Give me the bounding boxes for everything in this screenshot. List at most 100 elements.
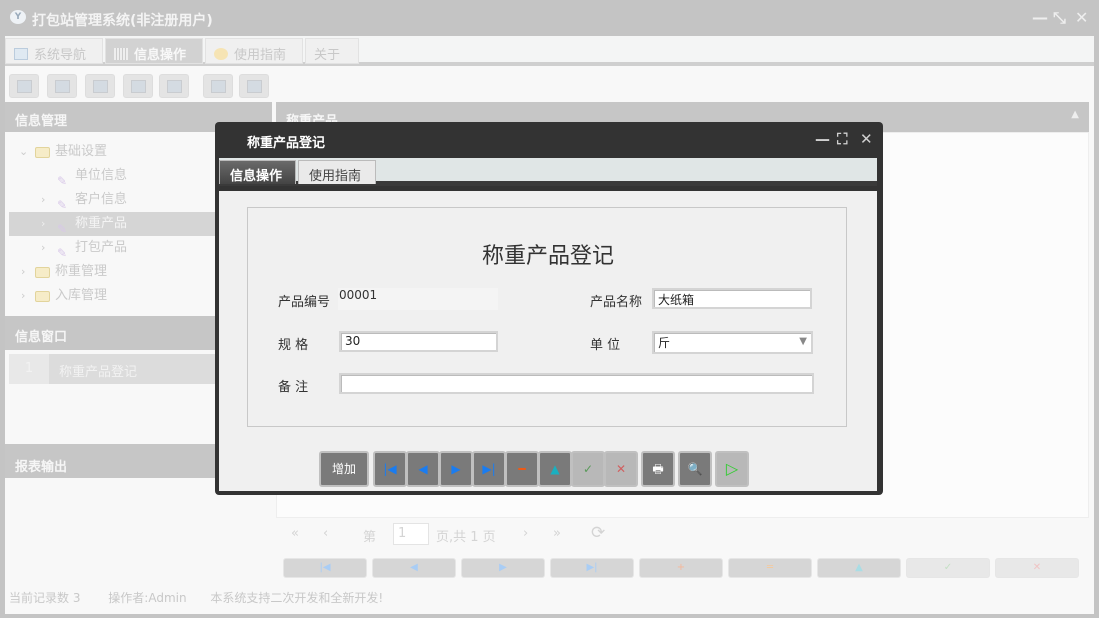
screen-button[interactable] xyxy=(159,74,189,98)
next-record-button[interactable]: ▶ xyxy=(439,451,473,487)
chevron-right-icon: › xyxy=(41,241,46,254)
search-button[interactable] xyxy=(9,74,39,98)
app-title-bar: Y 打包站管理系统(非注册用户) — ⤡ ✕ xyxy=(0,0,1099,36)
prev-page-button[interactable]: ‹ xyxy=(323,526,328,541)
print-button[interactable]: 🖶 xyxy=(641,451,675,487)
folder-icon xyxy=(35,147,50,158)
chevron-right-icon: › xyxy=(41,217,46,230)
save-button[interactable]: ✓ xyxy=(571,451,605,487)
grid-cancel-button[interactable]: ✕ xyxy=(995,558,1079,578)
tab-label: 系统导航 xyxy=(34,48,87,63)
app-logo-icon: Y xyxy=(10,10,26,24)
document-icon xyxy=(93,80,108,93)
code-label: 产品编号 xyxy=(278,295,331,310)
remark-label: 备 注 xyxy=(278,380,309,395)
row-number: 1 xyxy=(9,354,49,384)
list-icon xyxy=(55,80,70,93)
page-label: 第 xyxy=(363,530,377,545)
dialog-close-icon[interactable]: ✕ xyxy=(860,130,873,148)
spec-label: 规 格 xyxy=(278,338,309,353)
tree-label: 入库管理 xyxy=(55,288,108,303)
page-input[interactable]: 1 xyxy=(393,523,429,545)
last-record-button[interactable]: ▶| xyxy=(472,451,506,487)
window-add-button[interactable] xyxy=(203,74,233,98)
spec-input[interactable]: 30 xyxy=(339,331,498,352)
user-button[interactable] xyxy=(123,74,153,98)
main-tabs: 系统导航 信息操作 使用指南 关于 xyxy=(5,36,1094,66)
monitor-icon xyxy=(14,48,28,60)
tab-system-nav[interactable]: 系统导航 xyxy=(5,38,103,64)
edit-button[interactable]: ▲ xyxy=(538,451,572,487)
window-icon xyxy=(247,80,262,93)
tree-label: 基础设置 xyxy=(55,144,108,159)
list-button[interactable] xyxy=(47,74,77,98)
window-button[interactable] xyxy=(239,74,269,98)
last-icon: ▶| xyxy=(482,462,496,476)
play-icon: ▷ xyxy=(725,459,739,478)
search-icon xyxy=(17,80,32,93)
close-icon[interactable]: ✕ xyxy=(1075,8,1088,27)
minus-icon: ━ xyxy=(518,462,526,476)
grid-first-button[interactable]: |◀ xyxy=(283,558,367,578)
chevron-right-icon: › xyxy=(21,289,26,302)
panel-title: 信息管理 xyxy=(15,114,68,129)
dialog-minimize-icon[interactable]: — xyxy=(815,130,830,148)
grid-edit-button[interactable]: ▲ xyxy=(817,558,901,578)
tree-label: 称重管理 xyxy=(55,264,108,279)
add-button[interactable]: 增加 xyxy=(319,451,369,487)
print-preview-icon: 🔍 xyxy=(687,462,703,476)
first-icon: |◀ xyxy=(383,462,397,476)
dialog-maximize-icon[interactable]: ⛶ xyxy=(837,130,848,148)
remark-input[interactable] xyxy=(339,373,814,394)
app-title: 打包站管理系统(非注册用户) xyxy=(32,13,213,29)
dialog-body: 称重产品登记 产品编号 00001 产品名称 大纸箱 规 格 30 单 位 斤 ▼… xyxy=(219,191,877,491)
grid-save-button[interactable]: ✓ xyxy=(906,558,990,578)
grid-icon xyxy=(114,48,128,60)
add-label: 增加 xyxy=(331,462,356,476)
tree-label: 客户信息 xyxy=(75,192,128,207)
operator: 操作者:Admin xyxy=(108,591,187,605)
collapse-icon[interactable]: ▲ xyxy=(1071,109,1079,120)
dialog-tab-info-ops[interactable]: 信息操作 xyxy=(219,160,296,184)
dialog-tabs: 信息操作 使用指南 xyxy=(219,158,877,186)
page-total: 页,共 1 页 xyxy=(436,530,496,545)
document-button[interactable] xyxy=(85,74,115,98)
dialog-title: 称重产品登记 xyxy=(247,136,326,151)
refresh-icon[interactable]: ⟳ xyxy=(591,523,605,543)
status-note: 本系统支持二次开发和全新开发! xyxy=(210,591,384,605)
grid-last-button[interactable]: ▶| xyxy=(550,558,634,578)
status-bar: 当前记录数 3 操作者:Admin 本系统支持二次开发和全新开发! xyxy=(9,589,383,606)
record-count: 当前记录数 3 xyxy=(9,591,81,605)
name-input[interactable]: 大纸箱 xyxy=(652,288,812,309)
grid-prev-button[interactable]: ◀ xyxy=(372,558,456,578)
dialog-tab-guide[interactable]: 使用指南 xyxy=(298,160,376,184)
unit-label: 单 位 xyxy=(590,338,621,353)
grid-next-button[interactable]: ▶ xyxy=(461,558,545,578)
cancel-button[interactable]: ✕ xyxy=(604,451,638,487)
tab-about[interactable]: 关于 xyxy=(305,38,359,64)
last-page-button[interactable]: » xyxy=(553,526,561,541)
tab-info-ops[interactable]: 信息操作 xyxy=(105,38,203,64)
unit-select[interactable]: 斤 ▼ xyxy=(652,331,813,354)
tree-label: 打包产品 xyxy=(75,240,128,255)
help-icon xyxy=(214,48,228,60)
panel-title: 报表输出 xyxy=(15,460,68,475)
first-page-button[interactable]: « xyxy=(291,526,299,541)
tab-guide[interactable]: 使用指南 xyxy=(205,38,303,64)
prev-record-button[interactable]: ◀ xyxy=(406,451,440,487)
grid-delete-button[interactable]: ═ xyxy=(728,558,812,578)
next-page-button[interactable]: › xyxy=(523,526,528,541)
minimize-icon[interactable]: — xyxy=(1032,8,1048,27)
tab-label: 使用指南 xyxy=(309,169,362,184)
restore-icon[interactable]: ⤡ xyxy=(1053,8,1066,28)
tab-label: 关于 xyxy=(314,48,341,63)
preview-button[interactable]: 🔍 xyxy=(678,451,712,487)
chevron-right-icon: › xyxy=(21,265,26,278)
grid-add-button[interactable]: + xyxy=(639,558,723,578)
user-icon xyxy=(131,80,146,93)
next-icon: ▶ xyxy=(451,462,461,476)
row-label: 称重产品登记 xyxy=(59,365,138,380)
run-button[interactable]: ▷ xyxy=(715,451,749,487)
delete-button[interactable]: ━ xyxy=(505,451,539,487)
first-record-button[interactable]: |◀ xyxy=(373,451,407,487)
